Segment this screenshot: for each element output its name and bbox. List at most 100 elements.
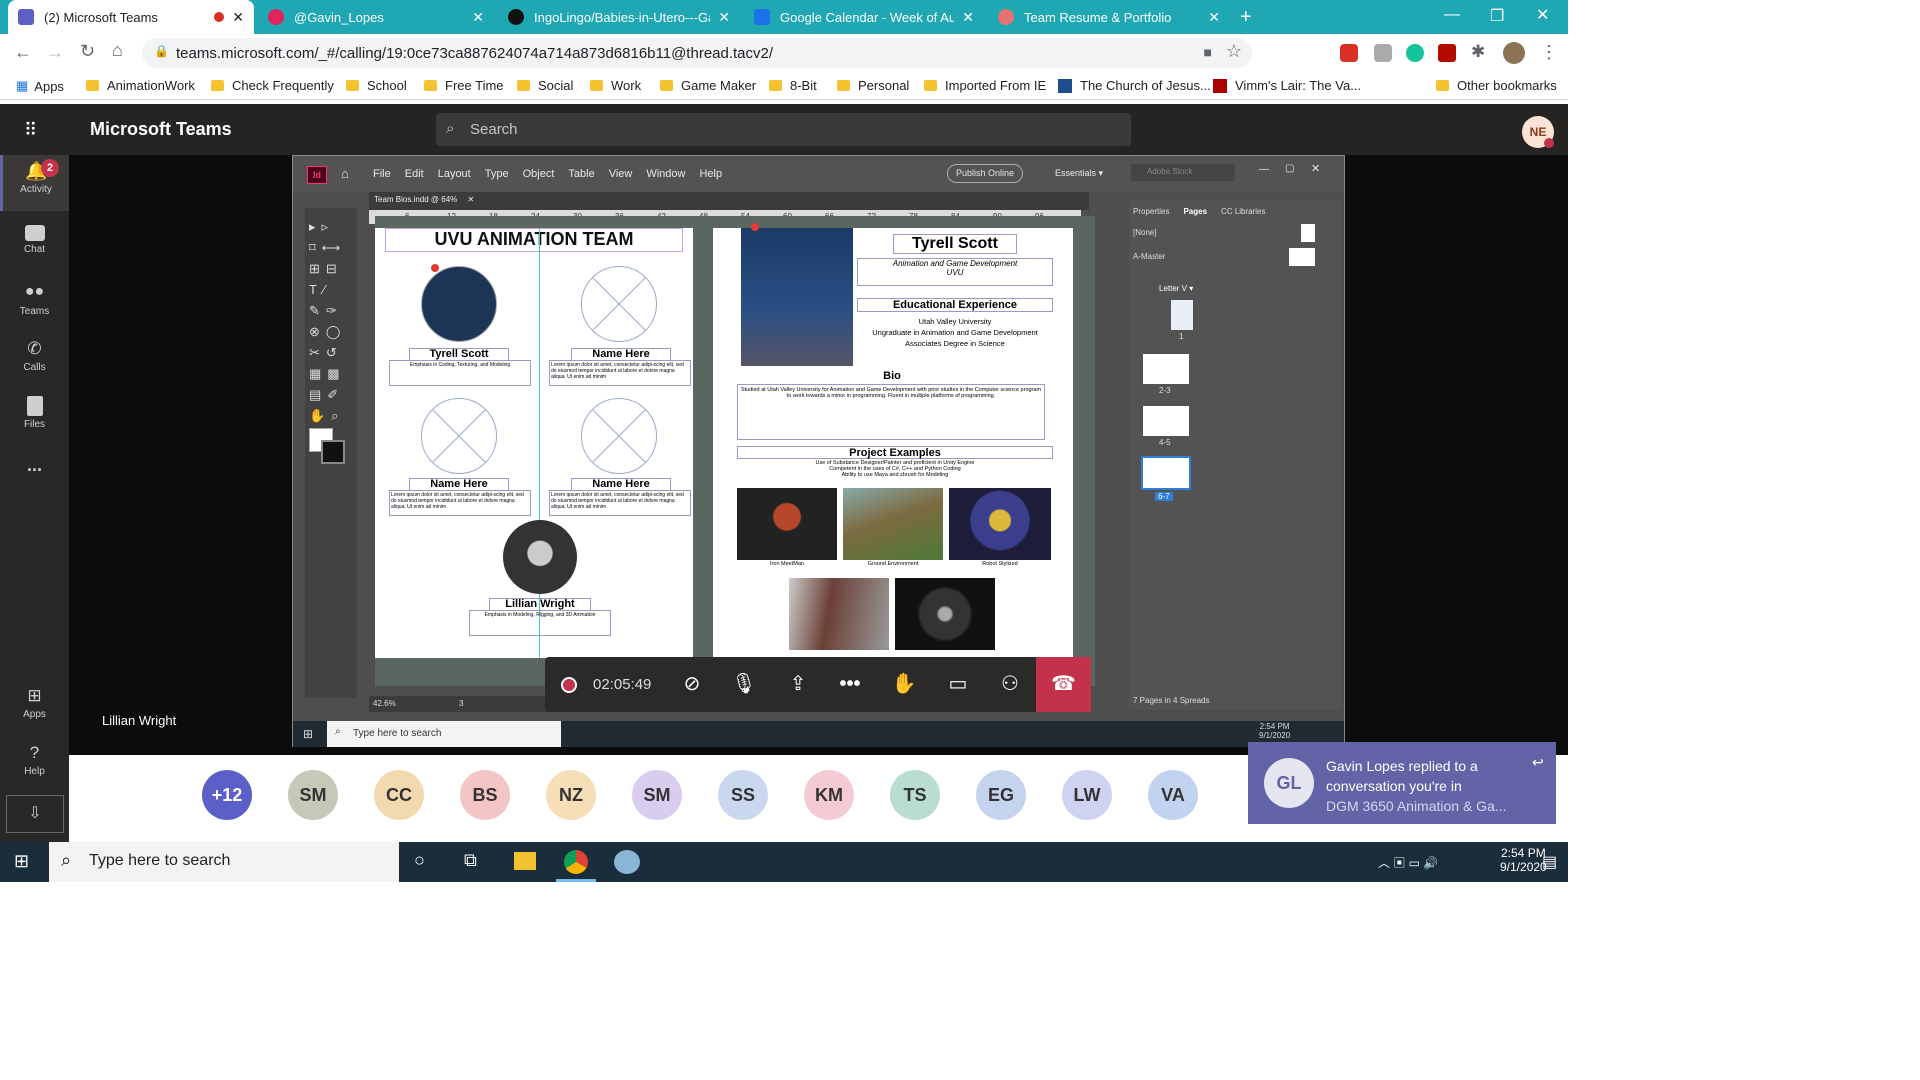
participant-avatar[interactable]: KM	[804, 770, 854, 820]
bookmark-folder[interactable]: Work	[590, 78, 641, 93]
participant-avatar[interactable]: VA	[1148, 770, 1198, 820]
reply-icon[interactable]: ↩	[1532, 754, 1544, 771]
menu-kebab-icon[interactable]: ⋮	[1540, 42, 1558, 63]
tab-portfolio[interactable]: Team Resume & Portfolio ✕	[988, 0, 1230, 34]
none-master[interactable]: [None]	[1133, 228, 1157, 237]
participant-avatar[interactable]: SM	[288, 770, 338, 820]
page-thumb[interactable]	[1171, 300, 1193, 330]
menu-layout[interactable]: Layout	[438, 168, 471, 180]
paint-icon[interactable]	[614, 850, 640, 874]
participant-avatar[interactable]: SM	[632, 770, 682, 820]
new-tab-button[interactable]: +	[1240, 6, 1252, 29]
page-thumb[interactable]	[1141, 456, 1191, 490]
tool-icons[interactable]: ▸▹ ⌑⟷ ⊞⊟ T∕ ✎✑ ⊗◯ ✂↺ ▦▩ ▤✐ ✋⌕	[305, 208, 357, 434]
mute-button[interactable]: 🎙	[729, 669, 759, 699]
minimize-icon[interactable]: —	[1444, 6, 1460, 24]
page-thumb[interactable]	[1143, 354, 1189, 384]
bookmark-folder[interactable]: Check Frequently	[211, 78, 334, 93]
taskbar-search-field[interactable]: ⌕ Type here to search	[49, 842, 399, 882]
tab-github[interactable]: IngoLingo/Babies-in-Utero---Gar ✕	[498, 0, 740, 34]
profile-avatar[interactable]	[1503, 42, 1525, 64]
menu-object[interactable]: Object	[523, 168, 555, 180]
close-doc-icon[interactable]: ✕	[468, 195, 475, 204]
notifications-icon[interactable]: ▤	[1542, 852, 1557, 872]
bookmark-folder[interactable]: 8-Bit	[769, 78, 817, 93]
rail-help[interactable]: ? Help	[0, 737, 69, 793]
document-tab[interactable]: Team Bios.indd @ 64% ✕	[374, 195, 474, 204]
close-tab-icon[interactable]: ✕	[232, 9, 244, 26]
close-window-icon[interactable]: ✕	[1536, 5, 1549, 25]
participant-avatar[interactable]: +12	[202, 770, 252, 820]
menu-file[interactable]: File	[373, 168, 391, 180]
bookmark-folder[interactable]: AnimationWork	[86, 78, 195, 93]
close-tab-icon[interactable]: ✕	[472, 9, 484, 26]
rail-apps[interactable]: ⊞ Apps	[0, 680, 69, 736]
participant-avatar[interactable]: BS	[460, 770, 510, 820]
search-input[interactable]: ⌕ Search	[436, 113, 1131, 146]
publish-online-button[interactable]: Publish Online	[947, 164, 1024, 183]
tab-cc-libraries[interactable]: CC Libraries	[1221, 207, 1265, 216]
menu-type[interactable]: Type	[485, 168, 509, 180]
grammarly-icon[interactable]	[1406, 44, 1424, 62]
maximize-icon[interactable]: ❐	[1490, 6, 1504, 26]
adblock-icon[interactable]	[1340, 44, 1358, 62]
workspace-select[interactable]: Essentials ▾	[1055, 168, 1103, 179]
rail-chat[interactable]: Chat	[0, 219, 69, 275]
bookmark-link[interactable]: The Church of Jesus...	[1058, 78, 1211, 93]
close-tab-icon[interactable]: ✕	[1208, 9, 1220, 26]
close-tab-icon[interactable]: ✕	[962, 9, 974, 26]
bookmark-star-icon[interactable]: ☆	[1226, 41, 1242, 62]
file-explorer-icon[interactable]	[514, 852, 536, 870]
tab-pages[interactable]: Pages	[1183, 207, 1207, 216]
a-master[interactable]: A-Master	[1133, 252, 1165, 261]
menu-edit[interactable]: Edit	[405, 168, 424, 180]
close-tab-icon[interactable]: ✕	[718, 9, 730, 26]
bookmark-folder[interactable]: Game Maker	[660, 78, 756, 93]
tab-calendar[interactable]: Google Calendar - Week of Augu ✕	[744, 0, 984, 34]
rail-teams[interactable]: ●● Teams	[0, 277, 69, 333]
raise-hand-button[interactable]: ✋	[889, 669, 919, 699]
zoom-level[interactable]: 42.6%	[373, 699, 396, 708]
cortana-icon[interactable]: ○	[414, 850, 425, 871]
participants-button[interactable]: ⚇	[995, 669, 1025, 699]
id-maximize-icon[interactable]: ▢	[1285, 163, 1294, 174]
participant-avatar[interactable]: EG	[976, 770, 1026, 820]
bookmark-folder[interactable]: Social	[517, 78, 573, 93]
participant-avatar[interactable]: LW	[1062, 770, 1112, 820]
back-icon[interactable]: ←	[14, 42, 32, 63]
home-icon[interactable]: ⌂	[341, 166, 349, 181]
bookmark-folder[interactable]: Free Time	[424, 78, 504, 93]
menu-window[interactable]: Window	[646, 168, 685, 180]
notification-toast[interactable]: GL Gavin Lopes replied to a conversation…	[1248, 742, 1556, 824]
camera-off-button[interactable]: ⊘	[677, 669, 707, 699]
tab-teams[interactable]: (2) Microsoft Teams ✕	[8, 0, 254, 34]
app-launcher-icon[interactable]: ⠿	[24, 120, 38, 141]
system-clock[interactable]: 2:54 PM 9/1/2020	[1500, 846, 1547, 874]
menu-table[interactable]: Table	[568, 168, 594, 180]
bookmark-folder[interactable]: Personal	[837, 78, 909, 93]
rail-more[interactable]: ...	[0, 455, 69, 511]
participant-avatar[interactable]: CC	[374, 770, 424, 820]
stroke-swatch-icon[interactable]	[321, 440, 345, 464]
bookmark-link[interactable]: Vimm's Lair: The Va...	[1213, 78, 1361, 93]
more-actions-button[interactable]: •••	[835, 669, 865, 699]
bookmark-folder[interactable]: Other bookmarks	[1436, 78, 1557, 93]
participant-avatar[interactable]: NZ	[546, 770, 596, 820]
url-field[interactable]: 🔒 teams.microsoft.com/_#/calling/19:0ce7…	[142, 38, 1252, 68]
bookmark-folder[interactable]: School	[346, 78, 407, 93]
rail-files[interactable]: Files	[0, 390, 69, 446]
tab-twitter[interactable]: @Gavin_Lopes ✕	[258, 0, 494, 34]
id-minimize-icon[interactable]: —	[1259, 164, 1269, 175]
page-number[interactable]: 3	[459, 699, 463, 708]
camera-blocked-icon[interactable]: ■	[1204, 44, 1212, 60]
share-button[interactable]: ⇪	[783, 669, 813, 699]
rail-calls[interactable]: ✆ Calls	[0, 333, 69, 389]
id-close-icon[interactable]: ✕	[1311, 162, 1320, 175]
chrome-icon[interactable]	[564, 850, 588, 874]
bookmark-folder[interactable]: Imported From IE	[924, 78, 1046, 93]
extension-icon[interactable]	[1374, 44, 1392, 62]
tab-properties[interactable]: Properties	[1133, 207, 1169, 216]
bookmark-apps[interactable]: ▦ Apps	[16, 78, 64, 94]
home-icon[interactable]: ⌂	[112, 40, 123, 61]
menu-view[interactable]: View	[609, 168, 633, 180]
